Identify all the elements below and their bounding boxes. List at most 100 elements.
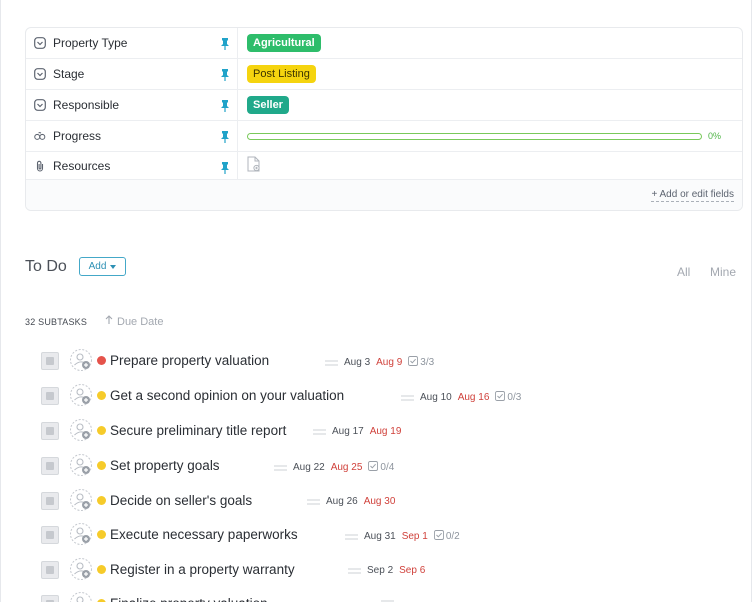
checklist-icon — [408, 356, 419, 369]
checklist-count[interactable]: 3/3 — [408, 356, 434, 369]
status-group-title: To Do — [25, 258, 67, 275]
task-checkbox[interactable] — [41, 561, 59, 579]
checklist-icon — [433, 530, 444, 543]
assignee-add-icon[interactable] — [69, 522, 93, 546]
due-date[interactable]: Aug 25 — [331, 462, 363, 473]
checklist-text: 0/3 — [507, 392, 522, 403]
responsible-tag[interactable]: Seller — [247, 96, 289, 114]
priority-lines-icon — [274, 464, 287, 471]
assignee-add-icon[interactable] — [69, 383, 93, 407]
priority-lines-icon — [348, 567, 361, 574]
assignee-add-icon[interactable] — [69, 591, 93, 602]
task-checkbox[interactable] — [41, 492, 59, 510]
pin-icon[interactable] — [220, 161, 230, 174]
task-name[interactable]: Register in a property warranty — [110, 562, 295, 577]
task-row[interactable]: Prepare property valuation Aug 3 Aug 9 3/3 — [41, 348, 741, 374]
task-checkbox[interactable] — [41, 526, 59, 544]
sort-due-date[interactable]: Due Date — [105, 315, 163, 328]
start-date[interactable]: Aug 26 — [326, 496, 358, 507]
task-name[interactable]: Decide on seller's goals — [110, 493, 252, 508]
add-or-edit-fields-link[interactable]: + Add or edit fields — [651, 189, 734, 202]
checklist-text: 0/4 — [380, 462, 395, 473]
task-checkbox[interactable] — [41, 457, 59, 475]
dropdown-field-icon — [34, 99, 46, 111]
start-date[interactable]: Aug 3 — [344, 357, 370, 368]
priority-lines-icon — [307, 498, 320, 505]
field-label: Progress — [53, 129, 102, 143]
pin-icon[interactable] — [220, 68, 230, 81]
task-name[interactable]: Prepare property valuation — [110, 353, 269, 368]
task-meta: Aug 17 Aug 19 — [313, 426, 401, 437]
checklist-text: 0/2 — [445, 531, 460, 542]
status-icon[interactable] — [97, 496, 106, 505]
due-date[interactable]: Aug 9 — [376, 357, 402, 368]
dropdown-field-icon — [34, 68, 46, 80]
field-row-resources[interactable]: Resources — [26, 152, 742, 180]
task-row[interactable]: Set property goals Aug 22 Aug 25 0/4 — [41, 453, 741, 479]
task-name[interactable]: Execute necessary paperworks — [110, 527, 298, 542]
status-icon[interactable] — [97, 461, 106, 470]
due-date[interactable]: Aug 30 — [364, 496, 396, 507]
field-row-responsible[interactable]: Responsible Seller — [26, 90, 742, 121]
assignee-add-icon[interactable] — [69, 557, 93, 581]
task-meta: Sep 2 Sep 6 — [348, 565, 425, 576]
start-date[interactable]: Aug 22 — [293, 462, 325, 473]
priority-lines-icon — [325, 359, 338, 366]
due-date[interactable]: Sep 1 — [402, 531, 428, 542]
task-meta: Aug 10 Aug 16 0/3 — [401, 391, 521, 404]
task-detail-panel: Property Type Agricultural Stage Post Li… — [0, 0, 752, 602]
attach-file-icon[interactable] — [247, 156, 261, 177]
add-task-button[interactable]: Add — [79, 257, 126, 276]
progress-field-icon — [34, 130, 46, 142]
start-date[interactable]: Aug 31 — [364, 531, 396, 542]
assignee-add-icon[interactable] — [69, 348, 93, 372]
field-label: Responsible — [53, 98, 120, 112]
pin-icon[interactable] — [220, 37, 230, 50]
task-checkbox[interactable] — [41, 422, 59, 440]
checklist-icon — [495, 391, 506, 404]
task-name[interactable]: Finalize property valuation — [110, 596, 268, 602]
task-row[interactable]: Finalize property valuation — [41, 591, 741, 602]
task-meta: Aug 3 Aug 9 3/3 — [325, 356, 434, 369]
assignee-add-icon[interactable] — [69, 418, 93, 442]
status-icon[interactable] — [97, 356, 106, 365]
task-row[interactable]: Execute necessary paperworks Aug 31 Sep 1 0… — [41, 522, 741, 548]
field-row-progress[interactable]: Progress 0% — [26, 121, 742, 152]
field-row-stage[interactable]: Stage Post Listing — [26, 59, 742, 90]
start-date[interactable]: Aug 10 — [420, 392, 452, 403]
checklist-count[interactable]: 0/3 — [495, 391, 521, 404]
filter-mine[interactable]: Mine — [710, 265, 736, 279]
due-date[interactable]: Aug 16 — [458, 392, 490, 403]
task-checkbox[interactable] — [41, 595, 59, 602]
task-meta: Aug 22 Aug 25 0/4 — [274, 461, 394, 474]
task-checkbox[interactable] — [41, 387, 59, 405]
due-date[interactable]: Sep 6 — [399, 565, 425, 576]
field-row-property-type[interactable]: Property Type Agricultural — [26, 28, 742, 59]
task-row[interactable]: Get a second opinion on your valuation Au… — [41, 383, 741, 409]
assignee-add-icon[interactable] — [69, 453, 93, 477]
status-icon[interactable] — [97, 426, 106, 435]
assignee-add-icon[interactable] — [69, 488, 93, 512]
stage-tag[interactable]: Post Listing — [247, 65, 316, 83]
start-date[interactable]: Sep 2 — [367, 565, 393, 576]
status-icon[interactable] — [97, 530, 106, 539]
task-row[interactable]: Register in a property warranty Sep 2 Sep … — [41, 557, 741, 583]
subtask-count: 32 SUBTASKS — [25, 317, 88, 327]
property-type-tag[interactable]: Agricultural — [247, 34, 321, 52]
pin-icon[interactable] — [220, 130, 230, 143]
checklist-count[interactable]: 0/2 — [433, 530, 460, 543]
task-row[interactable]: Secure preliminary title report Aug 17 Aug… — [41, 418, 741, 444]
status-icon[interactable] — [97, 391, 106, 400]
task-name[interactable]: Secure preliminary title report — [110, 423, 286, 438]
start-date[interactable]: Aug 17 — [332, 426, 364, 437]
due-date[interactable]: Aug 19 — [370, 426, 402, 437]
pin-icon[interactable] — [220, 99, 230, 112]
filter-all[interactable]: All — [677, 265, 690, 279]
task-row[interactable]: Decide on seller's goals Aug 26 Aug 30 — [41, 488, 741, 514]
task-name[interactable]: Set property goals — [110, 458, 220, 473]
checklist-count[interactable]: 0/4 — [368, 461, 394, 474]
field-label: Stage — [53, 67, 85, 81]
task-name[interactable]: Get a second opinion on your valuation — [110, 388, 344, 403]
status-icon[interactable] — [97, 565, 106, 574]
task-checkbox[interactable] — [41, 352, 59, 370]
